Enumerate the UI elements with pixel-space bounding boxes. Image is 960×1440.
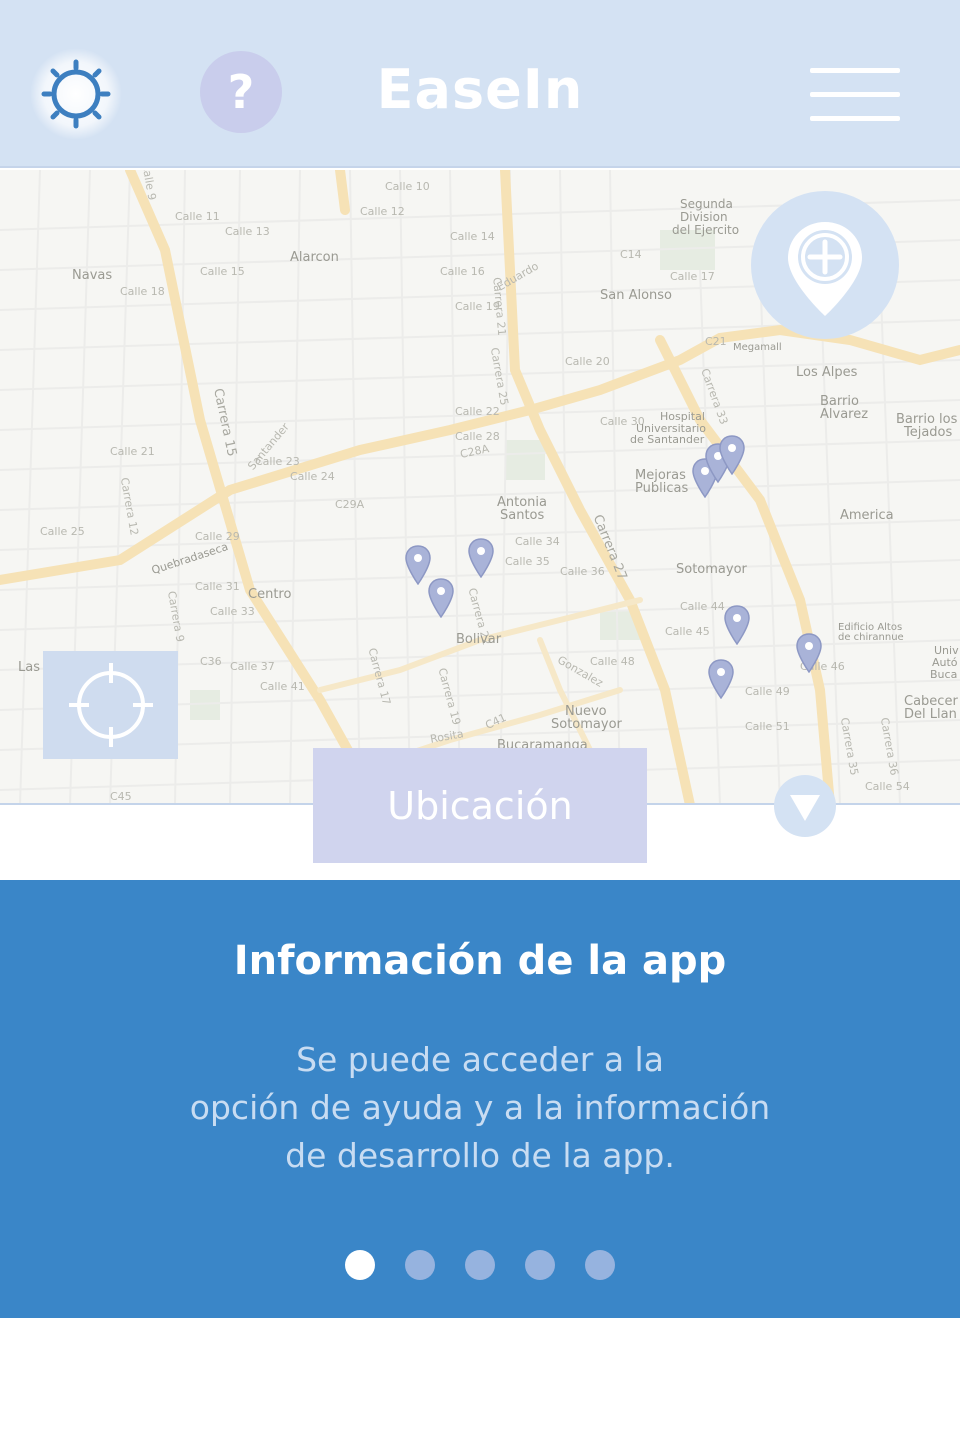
street-label: Calle 48: [590, 655, 635, 668]
street-label: Calle 16: [440, 265, 485, 278]
street-label: Calle 36: [560, 565, 605, 578]
map-pin-icon[interactable]: [724, 605, 750, 645]
street-label: Calle 28: [455, 430, 500, 443]
street-label: Calle 35: [505, 555, 550, 568]
app-header: ? EaseIn: [0, 0, 960, 168]
place-label: San Alonso: [600, 288, 673, 303]
settings-button[interactable]: [30, 48, 122, 140]
street-label: Calle 18: [120, 285, 165, 298]
place-label: Publicas: [635, 481, 689, 496]
tab-label: Ubicación: [387, 783, 573, 828]
street-label: Calle 44: [680, 600, 725, 613]
street-label: Calle 25: [40, 525, 85, 538]
street-label: Calle 31: [195, 580, 240, 593]
street-label: Calle 34: [515, 535, 560, 548]
street-label: Calle 41: [260, 680, 305, 693]
info-line: de desarrollo de la app.: [285, 1136, 675, 1175]
page-dot[interactable]: [525, 1250, 555, 1280]
help-icon: ?: [227, 65, 255, 119]
map-pin-icon[interactable]: [719, 435, 745, 475]
place-label: Centro: [248, 587, 292, 602]
place-label: de Santander: [630, 433, 705, 446]
place-label: Navas: [72, 268, 113, 283]
my-location-button[interactable]: [43, 651, 178, 759]
street-label: Calle 45: [665, 625, 710, 638]
collapse-button[interactable]: [774, 775, 836, 837]
place-label: Division: [680, 210, 728, 224]
street-label: Calle 14: [450, 230, 495, 243]
help-button[interactable]: ?: [200, 51, 282, 133]
place-label: Alarcon: [290, 250, 339, 265]
add-location-button[interactable]: [750, 190, 900, 346]
street-label: Calle 51: [745, 720, 790, 733]
place-label: Sotomayor: [551, 717, 622, 732]
street-label: C21: [705, 335, 727, 348]
map-pin-icon[interactable]: [468, 538, 494, 578]
crosshair-icon: [68, 663, 153, 747]
street-label: Calle 33: [210, 605, 255, 618]
street-label: Calle 22: [455, 405, 500, 418]
map-pin-icon[interactable]: [708, 659, 734, 699]
street-label: C29A: [335, 498, 365, 511]
info-panel: Información de la app Se puede acceder a…: [0, 880, 960, 1318]
page-dot[interactable]: [405, 1250, 435, 1280]
map-pin-icon[interactable]: [428, 578, 454, 618]
tab-ubicacion[interactable]: Ubicación: [313, 748, 647, 863]
info-description: Se puede acceder a la opción de ayuda y …: [120, 1036, 840, 1180]
street-label: C36: [200, 655, 222, 668]
street-label: Calle 15: [200, 265, 245, 278]
place-label: del Ejercito: [672, 223, 740, 237]
place-label: Bolivar: [456, 632, 502, 647]
place-label: Segunda: [680, 197, 733, 211]
street-label: C45: [110, 790, 132, 803]
street-label: Calle 54: [865, 780, 910, 793]
place-label: Buca: [930, 668, 958, 681]
place-label: Alvarez: [820, 407, 869, 422]
street-label: Calle 49: [745, 685, 790, 698]
street-label: Calle 12: [360, 205, 405, 218]
map-pin-icon[interactable]: [796, 633, 822, 673]
place-label: Los Alpes: [796, 365, 858, 380]
app-title: EaseIn: [376, 58, 584, 121]
page-dot[interactable]: [465, 1250, 495, 1280]
street-label: Calle 10: [385, 180, 430, 193]
street-label: Calle 20: [565, 355, 610, 368]
sun-icon: [30, 48, 122, 140]
place-label: de chirannue: [838, 632, 904, 643]
place-label: Santos: [500, 508, 545, 523]
info-line: Se puede acceder a la: [296, 1040, 664, 1079]
street-label: Calle 13: [225, 225, 270, 238]
street-label: Calle 24: [290, 470, 335, 483]
triangle-down-icon: [774, 775, 836, 837]
page-dot[interactable]: [345, 1250, 375, 1280]
place-label: Tejados: [904, 425, 953, 440]
place-label: Las: [18, 660, 40, 675]
page-dot[interactable]: [585, 1250, 615, 1280]
street-label: Calle 11: [175, 210, 220, 223]
street-label: Calle 17: [670, 270, 715, 283]
place-label: Del Llan: [904, 707, 957, 722]
menu-button[interactable]: [810, 68, 900, 122]
place-label: Sotomayor: [676, 562, 747, 577]
street-label: C14: [620, 248, 642, 261]
street-label: Calle 21: [110, 445, 155, 458]
add-location-icon: [751, 191, 899, 339]
street-label: Calle 29: [195, 530, 240, 543]
street-label: Calle 37: [230, 660, 275, 673]
info-line: opción de ayuda y a la información: [189, 1088, 771, 1127]
info-title: Información de la app: [233, 938, 727, 984]
place-label: America: [840, 508, 894, 523]
page-indicator: [0, 1250, 960, 1280]
